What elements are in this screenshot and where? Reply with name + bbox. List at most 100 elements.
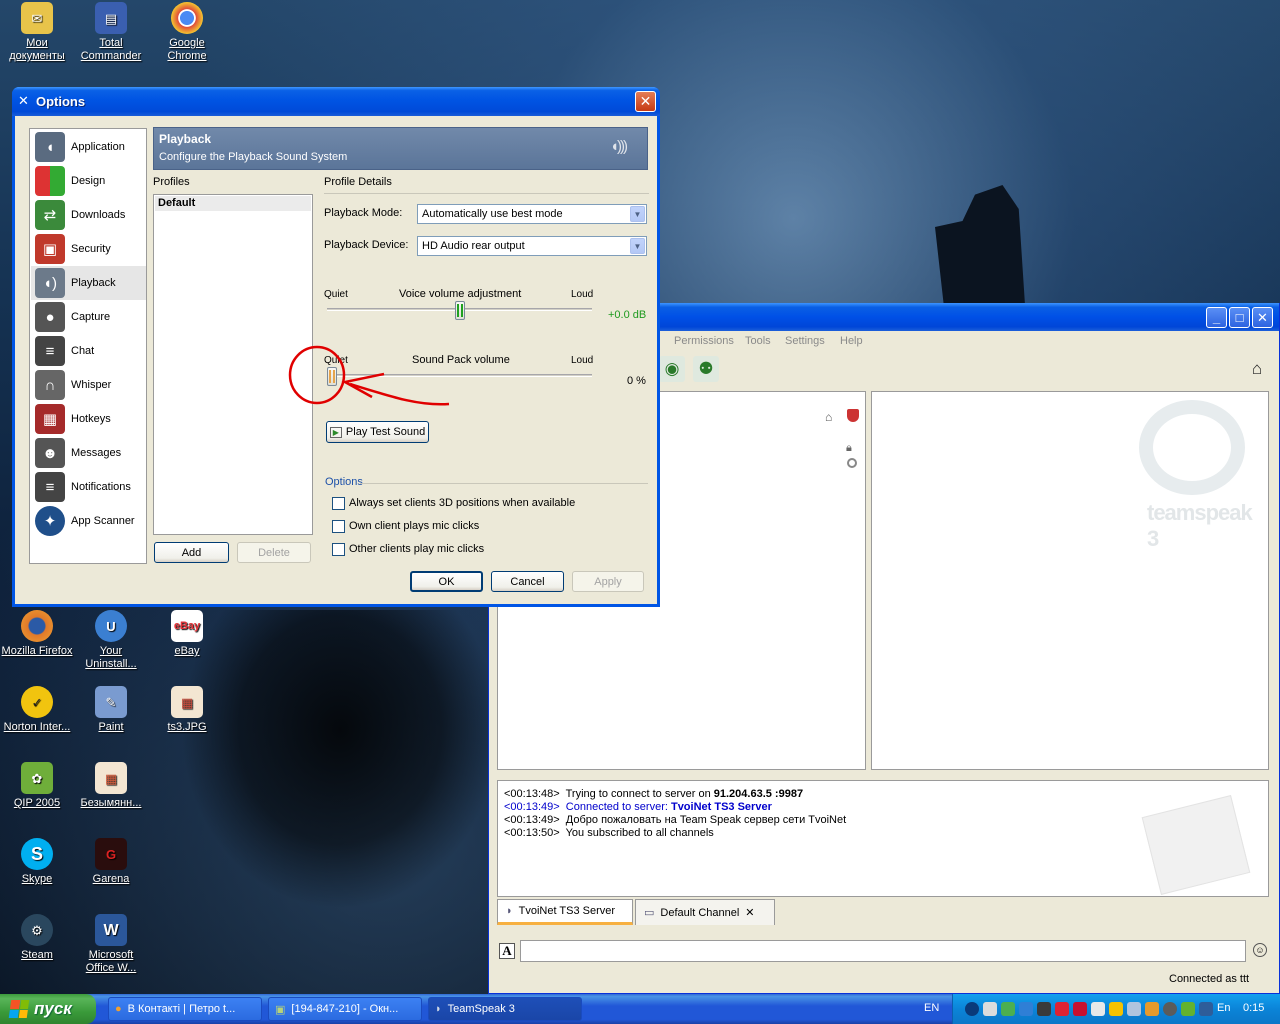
nav-item-whisper[interactable]: ∩ Whisper bbox=[31, 368, 146, 402]
desktop-icon-mozilla-firefox[interactable]: Mozilla Firefox bbox=[0, 610, 75, 658]
tray-qip-icon[interactable] bbox=[1001, 1002, 1015, 1016]
server-icon: ◗ bbox=[506, 905, 513, 917]
tab-server[interactable]: ◗ TvoiNet TS3 Server bbox=[497, 899, 633, 925]
checkbox-own-mic-clicks[interactable] bbox=[332, 520, 345, 533]
task-button-teamspeak[interactable]: ◗ TeamSpeak 3 bbox=[428, 997, 582, 1021]
start-button[interactable]: пуск bbox=[0, 994, 96, 1024]
text-format-button[interactable]: A bbox=[499, 943, 515, 959]
nav-item-downloads[interactable]: ⇄ Downloads bbox=[31, 198, 146, 232]
desktop-icon-garena[interactable]: G Garena bbox=[73, 838, 149, 886]
tray-nvidia-icon[interactable] bbox=[1181, 1002, 1195, 1016]
profile-item-default[interactable]: Default bbox=[155, 196, 311, 211]
tray-steam-icon[interactable] bbox=[983, 1002, 997, 1016]
tray-tool-icon[interactable] bbox=[1127, 1002, 1141, 1016]
checkbox-other-mic-clicks-label[interactable]: Other clients play mic clicks bbox=[349, 543, 484, 555]
tray-flag-icon[interactable] bbox=[1055, 1002, 1069, 1016]
checkbox-3d-positions[interactable] bbox=[332, 497, 345, 510]
taskbar: пуск ● В Контакті | Петро t... ▣ [194-84… bbox=[0, 994, 1280, 1024]
view-icon[interactable]: ◉ bbox=[659, 356, 685, 382]
nav-item-playback[interactable]: ◖) Playback bbox=[31, 266, 146, 300]
tray-v-icon[interactable] bbox=[1073, 1002, 1087, 1016]
task-button-vkontakte[interactable]: ● В Контакті | Петро t... bbox=[108, 997, 262, 1021]
tray-keyboard-icon[interactable] bbox=[1199, 1002, 1213, 1016]
desktop-icon-microsoft-word[interactable]: W Microsoft Office W... bbox=[73, 914, 149, 975]
sound-pack-volume-thumb[interactable] bbox=[327, 367, 337, 386]
menu-help[interactable]: Help bbox=[840, 335, 863, 347]
log-line: <00:13:49> Добро пожаловать на Team Spea… bbox=[504, 814, 847, 826]
apply-button[interactable]: Apply bbox=[572, 571, 644, 592]
playback-mode-label: Playback Mode: bbox=[324, 207, 403, 219]
checkbox-own-mic-clicks-label[interactable]: Own client plays mic clicks bbox=[349, 520, 479, 532]
tray-language[interactable]: En bbox=[1217, 1002, 1230, 1014]
nav-item-messages[interactable]: ☻ Messages bbox=[31, 436, 146, 470]
tab-default-channel[interactable]: ▭ Default Channel ✕ bbox=[635, 899, 775, 925]
desktop-icon-skype[interactable]: S Skype bbox=[0, 838, 75, 886]
chat-input[interactable] bbox=[520, 940, 1246, 962]
tray-network-icon[interactable] bbox=[965, 1002, 979, 1016]
playback-device-select[interactable]: HD Audio rear output ▼ bbox=[417, 236, 647, 256]
menu-tools[interactable]: Tools bbox=[745, 335, 771, 347]
tray-bulb-icon[interactable] bbox=[1091, 1002, 1105, 1016]
contacts-icon[interactable]: ⚉ bbox=[693, 356, 719, 382]
chevron-down-icon[interactable]: ▼ bbox=[630, 238, 645, 254]
cancel-button[interactable]: Cancel bbox=[491, 571, 564, 592]
playback-mode-select[interactable]: Automatically use best mode ▼ bbox=[417, 204, 647, 224]
teamspeak-watermark: teamspeak 3 bbox=[1147, 500, 1253, 551]
qip-icon: ✿ bbox=[21, 762, 53, 794]
sound-pack-volume-track[interactable] bbox=[327, 374, 592, 377]
tray-app-icon[interactable] bbox=[1037, 1002, 1051, 1016]
windows-logo-icon bbox=[8, 1000, 30, 1018]
options-titlebar[interactable]: ✕ Options ✕ bbox=[12, 87, 660, 116]
menu-permissions[interactable]: Permissions bbox=[674, 335, 734, 347]
dialog-title: Options bbox=[36, 94, 86, 109]
close-button[interactable]: ✕ bbox=[1252, 307, 1273, 328]
help-house-icon[interactable]: ⌂ bbox=[1244, 356, 1270, 382]
ok-button[interactable]: OK bbox=[410, 571, 483, 592]
desktop-icon-norton[interactable]: ✓ Norton Inter... bbox=[0, 686, 75, 734]
tray-skype-icon[interactable] bbox=[1019, 1002, 1033, 1016]
nav-item-design[interactable]: Design bbox=[31, 164, 146, 198]
play-test-sound-button[interactable]: ▶ Play Test Sound bbox=[326, 421, 429, 443]
close-button[interactable]: ✕ bbox=[635, 91, 656, 112]
desktop-icon-unnamed-image[interactable]: ▦ Безымянн... bbox=[73, 762, 149, 810]
chevron-down-icon[interactable]: ▼ bbox=[630, 206, 645, 222]
emoticon-icon[interactable]: ☺ bbox=[1253, 943, 1267, 957]
delete-profile-button[interactable]: Delete bbox=[237, 542, 311, 563]
checkbox-3d-positions-label[interactable]: Always set clients 3D positions when ava… bbox=[349, 497, 575, 509]
log-line: <00:13:48> Trying to connect to server o… bbox=[504, 788, 804, 800]
maximize-button[interactable]: □ bbox=[1229, 307, 1250, 328]
nav-item-notifications[interactable]: ≡ Notifications bbox=[31, 470, 146, 504]
tray-clock-icon[interactable] bbox=[1163, 1002, 1177, 1016]
desktop-icon-your-uninstaller[interactable]: U Your Uninstall... bbox=[73, 610, 149, 671]
nav-item-app-scanner[interactable]: ✦ App Scanner bbox=[31, 504, 146, 538]
nav-item-security[interactable]: ▣ Security bbox=[31, 232, 146, 266]
language-indicator[interactable]: EN bbox=[924, 1002, 939, 1014]
desktop-icon-ts3-jpg[interactable]: ▦ ts3.JPG bbox=[149, 686, 225, 734]
profile-details-heading: Profile Details bbox=[324, 176, 392, 188]
profiles-list[interactable]: Default bbox=[153, 194, 313, 535]
nav-item-hotkeys[interactable]: ▦ Hotkeys bbox=[31, 402, 146, 436]
desktop-icon-google-chrome[interactable]: Google Chrome bbox=[149, 2, 225, 63]
desktop-icon-qip[interactable]: ✿ QIP 2005 bbox=[0, 762, 75, 810]
menu-settings[interactable]: Settings bbox=[785, 335, 825, 347]
nav-item-capture[interactable]: ● Capture bbox=[31, 300, 146, 334]
tray-edit-icon[interactable] bbox=[1145, 1002, 1159, 1016]
checkbox-other-mic-clicks[interactable] bbox=[332, 543, 345, 556]
norton-icon: ✓ bbox=[21, 686, 53, 718]
voice-volume-thumb[interactable] bbox=[454, 301, 465, 320]
desktop-icon-ebay[interactable]: eBay eBay bbox=[149, 610, 225, 658]
desktop-icon-paint[interactable]: ✎ Paint bbox=[73, 686, 149, 734]
desktop-icon-total-commander[interactable]: ▤ Total Commander bbox=[73, 2, 149, 63]
nav-item-chat[interactable]: ≡ Chat bbox=[31, 334, 146, 368]
add-profile-button[interactable]: Add bbox=[154, 542, 229, 563]
ebay-icon: eBay bbox=[171, 610, 203, 642]
minimize-button[interactable]: _ bbox=[1206, 307, 1227, 328]
nav-item-application[interactable]: ◖ Application bbox=[31, 130, 146, 164]
desktop-icon-my-documents[interactable]: ✉ Мои документы bbox=[0, 2, 75, 63]
desktop-icon-steam[interactable]: ⚙ Steam bbox=[0, 914, 75, 962]
home-icon: ⌂ bbox=[825, 410, 833, 424]
close-tab-icon[interactable]: ✕ bbox=[745, 906, 754, 919]
task-button-window[interactable]: ▣ [194-847-210] - Окн... bbox=[268, 997, 422, 1021]
system-tray: En 0:15 bbox=[952, 994, 1280, 1024]
tray-norton-icon[interactable] bbox=[1109, 1002, 1123, 1016]
